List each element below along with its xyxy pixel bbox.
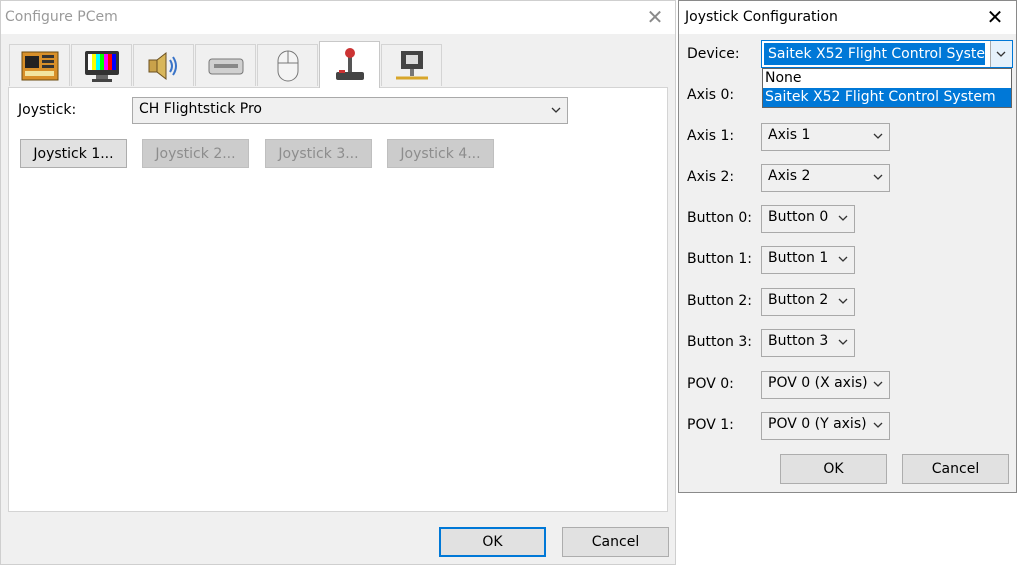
title-bar: Joystick Configuration ✕ <box>679 1 1016 34</box>
axis-1-select[interactable]: Axis 1 <box>761 123 890 151</box>
device-option-none[interactable]: None <box>763 69 1011 88</box>
axis-2-label: Axis 2: <box>687 169 735 185</box>
display-icon <box>84 50 119 82</box>
tab-motherboard[interactable] <box>9 44 70 86</box>
joystick-label: Joystick: <box>18 102 77 118</box>
button-1-value: Button 1 <box>768 250 829 266</box>
close-icon[interactable]: ✕ <box>645 7 665 27</box>
title-bar: Configure PCem ✕ <box>1 1 675 34</box>
device-dropdown-button[interactable] <box>990 41 1012 67</box>
button-2-label: Button 2: <box>687 293 752 309</box>
device-select[interactable]: Saitek X52 Flight Control System <box>761 40 1013 68</box>
ok-button[interactable]: OK <box>780 454 887 484</box>
joystick-icon <box>335 48 364 80</box>
pov-1-label: POV 1: <box>687 417 734 433</box>
tab-network[interactable] <box>381 44 442 86</box>
chevron-down-icon <box>838 298 848 304</box>
button-3-select[interactable]: Button 3 <box>761 329 855 357</box>
button-2-value: Button 2 <box>768 292 829 308</box>
button-3-label: Button 3: <box>687 334 752 350</box>
joystick-3-button[interactable]: Joystick 3... <box>265 139 372 168</box>
tab-joystick[interactable] <box>319 41 380 88</box>
configure-pcem-window: Configure PCem ✕ Joystick: CH Flightstic… <box>0 0 676 565</box>
axis-1-value: Axis 1 <box>768 127 811 143</box>
joystick-4-button[interactable]: Joystick 4... <box>387 139 494 168</box>
window-title: Joystick Configuration <box>685 9 838 25</box>
pov-1-select[interactable]: POV 0 (Y axis) <box>761 412 890 440</box>
cancel-button[interactable]: Cancel <box>562 527 669 557</box>
device-dropdown-list: None Saitek X52 Flight Control System <box>762 68 1012 108</box>
joystick-panel: Joystick: CH Flightstick Pro Joystick 1.… <box>8 87 668 512</box>
tab-input[interactable] <box>257 44 318 86</box>
chevron-down-icon <box>873 422 883 428</box>
pov-1-value: POV 0 (Y axis) <box>768 416 867 432</box>
button-2-select[interactable]: Button 2 <box>761 288 855 316</box>
pov-0-select[interactable]: POV 0 (X axis) <box>761 371 890 399</box>
button-0-select[interactable]: Button 0 <box>761 205 855 233</box>
joystick-configuration-window: Joystick Configuration ✕ Device: Saitek … <box>678 0 1017 493</box>
joystick-type-select[interactable]: CH Flightstick Pro <box>132 97 568 124</box>
tab-storage[interactable] <box>195 44 256 86</box>
button-1-select[interactable]: Button 1 <box>761 246 855 274</box>
drive-icon <box>208 58 243 74</box>
window-title: Configure PCem <box>5 9 118 25</box>
mouse-icon <box>277 50 298 81</box>
speaker-icon <box>148 51 177 80</box>
pov-0-label: POV 0: <box>687 376 734 392</box>
chevron-down-icon <box>873 174 883 180</box>
axis-2-value: Axis 2 <box>768 168 811 184</box>
ok-button[interactable]: OK <box>439 527 546 557</box>
axis-2-select[interactable]: Axis 2 <box>761 164 890 192</box>
chevron-down-icon <box>838 215 848 221</box>
device-option-saitek[interactable]: Saitek X52 Flight Control System <box>763 88 1011 107</box>
joystick-1-button[interactable]: Joystick 1... <box>20 139 127 168</box>
pov-0-value: POV 0 (X axis) <box>768 375 868 391</box>
button-1-label: Button 1: <box>687 251 752 267</box>
cancel-button[interactable]: Cancel <box>902 454 1009 484</box>
joystick-2-button[interactable]: Joystick 2... <box>142 139 249 168</box>
close-icon[interactable]: ✕ <box>985 7 1005 27</box>
chevron-down-icon <box>551 107 561 113</box>
tab-sound[interactable] <box>133 44 194 86</box>
chevron-down-icon <box>838 339 848 345</box>
device-value: Saitek X52 Flight Control System <box>764 43 985 65</box>
chevron-down-icon <box>873 381 883 387</box>
axis-0-label: Axis 0: <box>687 87 735 103</box>
motherboard-icon <box>21 51 58 80</box>
network-icon <box>395 50 428 79</box>
axis-1-label: Axis 1: <box>687 128 735 144</box>
tab-display[interactable] <box>71 44 132 86</box>
button-0-label: Button 0: <box>687 210 752 226</box>
device-label: Device: <box>687 46 740 62</box>
chevron-down-icon <box>996 51 1006 57</box>
button-3-value: Button 3 <box>768 333 829 349</box>
joystick-type-value: CH Flightstick Pro <box>139 101 262 117</box>
button-0-value: Button 0 <box>768 209 829 225</box>
chevron-down-icon <box>873 133 883 139</box>
chevron-down-icon <box>838 256 848 262</box>
